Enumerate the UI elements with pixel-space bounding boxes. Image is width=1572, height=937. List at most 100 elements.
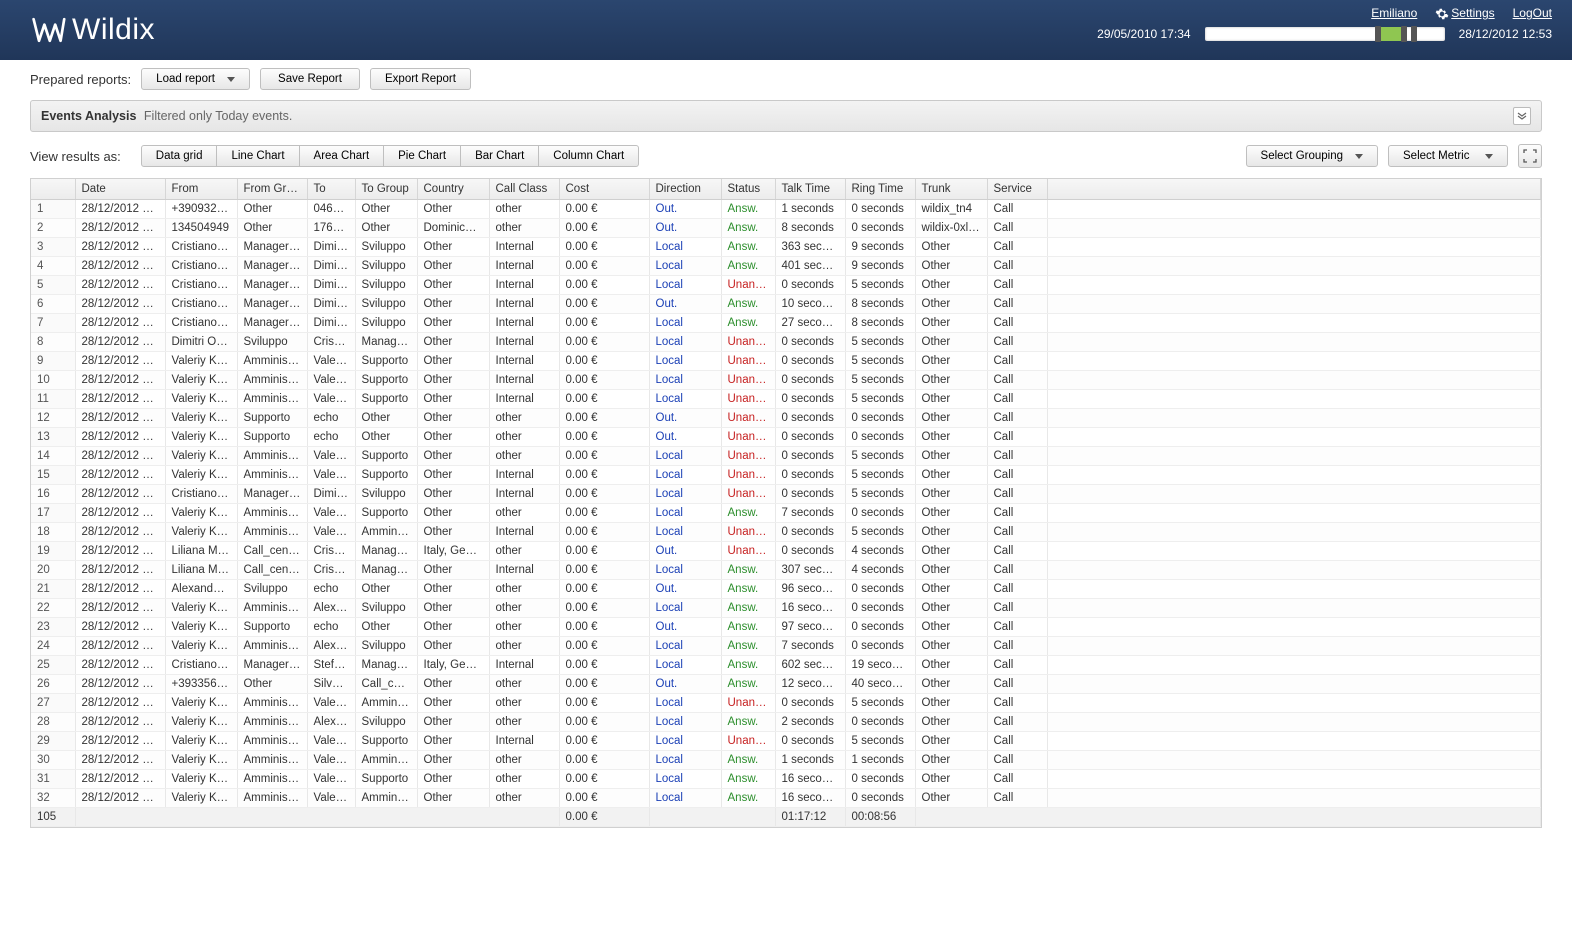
direction-cell: Local [649,599,721,618]
col-direction[interactable]: Direction [649,179,721,200]
direction-cell: Out. [649,675,721,694]
col-service[interactable]: Service [987,179,1047,200]
direction-cell: Local [649,333,721,352]
user-link[interactable]: Emiliano [1371,6,1417,20]
row-index: 17 [31,504,75,523]
table-row[interactable]: 1528/12/2012 09:40Valeriy Kuc…Amministr…… [31,466,1541,485]
table-row[interactable]: 1628/12/2012 09:42Cristiano B…Manager_…D… [31,485,1541,504]
col-index[interactable] [31,179,75,200]
row-index: 2 [31,219,75,238]
view-tab-area-chart[interactable]: Area Chart [299,145,385,167]
table-row[interactable]: 2428/12/2012 09:48Valeriy Kuc…Amministr…… [31,637,1541,656]
table-row[interactable]: 2228/12/2012 09:47Valeriy Kuc…Amministr…… [31,599,1541,618]
table-row[interactable]: 2728/12/2012 10:04Valeriy Kuc…Amministr…… [31,694,1541,713]
row-index: 32 [31,789,75,808]
col-from[interactable]: From [165,179,237,200]
select-metric-button[interactable]: Select Metric [1388,145,1508,167]
load-report-button[interactable]: Load report [141,68,250,90]
chevron-double-down-icon [1517,111,1527,121]
expand-filter-button[interactable] [1513,107,1531,125]
logo-icon [30,12,66,48]
table-row[interactable]: 928/12/2012 09:36Valeriy Kuc…Amministr…V… [31,352,1541,371]
table-row[interactable]: 1828/12/2012 09:44Valeriy Kuc…Amministr…… [31,523,1541,542]
footer-total-rows: 105 [31,808,75,827]
col-country[interactable]: Country [417,179,489,200]
col-call-class[interactable]: Call Class [489,179,559,200]
table-row[interactable]: 1928/12/2012 09:46Liliana Man…Call_cente… [31,542,1541,561]
table-row[interactable]: 1428/12/2012 09:39Valeriy Kuc…Amministr…… [31,447,1541,466]
results-table: DateFromFrom GroupToTo GroupCountryCall … [30,178,1542,828]
table-row[interactable]: 2028/12/2012 09:46Liliana Man…Call_cente… [31,561,1541,580]
col-cost[interactable]: Cost [559,179,649,200]
logout-link[interactable]: LogOut [1513,6,1552,20]
row-index: 25 [31,656,75,675]
footer-cost-total: 0.00 € [559,808,649,827]
row-index: 30 [31,751,75,770]
col-trunk[interactable]: Trunk [915,179,987,200]
fullscreen-button[interactable] [1518,144,1542,168]
col-to-group[interactable]: To Group [355,179,417,200]
table-row[interactable]: 128/12/2012 08:36+39093266…Other04611…Ot… [31,200,1541,219]
save-report-button[interactable]: Save Report [260,68,360,90]
table-row[interactable]: 2528/12/2012 10:00Cristiano B…Manager_…S… [31,656,1541,675]
table-row[interactable]: 228/12/2012 09:15134504949Other17674…Oth… [31,219,1541,238]
table-row[interactable]: 2328/12/2012 09:48Valeriy Kuc…Supportoec… [31,618,1541,637]
view-tab-pie-chart[interactable]: Pie Chart [383,145,461,167]
table-row[interactable]: 2128/12/2012 09:47Alexander …Sviluppoech… [31,580,1541,599]
direction-cell: Out. [649,542,721,561]
direction-cell: Local [649,466,721,485]
table-row[interactable]: 528/12/2012 09:31Cristiano B…Manager_…Di… [31,276,1541,295]
filter-panel[interactable]: Events Analysis Filtered only Today even… [30,100,1542,132]
direction-cell: Local [649,238,721,257]
col-status[interactable]: Status [721,179,775,200]
settings-link[interactable]: Settings [1435,6,1494,21]
export-report-button[interactable]: Export Report [370,68,471,90]
table-row[interactable]: 2928/12/2012 10:10Valeriy Kuc…Amministr…… [31,732,1541,751]
row-index: 23 [31,618,75,637]
table-body: 128/12/2012 08:36+39093266…Other04611…Ot… [31,200,1541,808]
status-cell: Answ. [721,219,775,238]
row-index: 28 [31,713,75,732]
table-row[interactable]: 728/12/2012 09:32Cristiano B…Manager_…Di… [31,314,1541,333]
view-tab-line-chart[interactable]: Line Chart [216,145,299,167]
col-ring-time[interactable]: Ring Time [845,179,915,200]
view-tab-data-grid[interactable]: Data grid [141,145,218,167]
direction-cell: Local [649,504,721,523]
select-grouping-button[interactable]: Select Grouping [1246,145,1378,167]
table-row[interactable]: 1328/12/2012 09:39Valeriy Kuc…Supportoec… [31,428,1541,447]
fullscreen-icon [1523,149,1537,163]
table-row[interactable]: 1028/12/2012 09:37Valeriy Kuc…Amministr…… [31,371,1541,390]
footer-talk-total: 01:17:12 [775,808,845,827]
status-cell: Answ. [721,675,775,694]
col-to[interactable]: To [307,179,355,200]
reports-toolbar: Prepared reports: Load report Save Repor… [0,60,1572,90]
table-row[interactable]: 2828/12/2012 10:06Valeriy Kuc…Amministr…… [31,713,1541,732]
table-row[interactable]: 1128/12/2012 09:38Valeriy Kuc…Amministr…… [31,390,1541,409]
direction-cell: Out. [649,428,721,447]
row-index: 31 [31,770,75,789]
table-row[interactable]: 1228/12/2012 09:39Valeriy Kuc…Supportoec… [31,409,1541,428]
table-row[interactable]: 328/12/2012 09:25Cristiano B…Manager_…Di… [31,238,1541,257]
table-row[interactable]: 828/12/2012 09:32Dimitri Osle…SviluppoCr… [31,333,1541,352]
table-row[interactable]: 428/12/2012 09:25Cristiano B…Manager_…Di… [31,257,1541,276]
row-index: 27 [31,694,75,713]
table-row[interactable]: 1728/12/2012 09:44Valeriy Kuc…Amministr…… [31,504,1541,523]
table-row[interactable]: 3028/12/2012 10:32Valeriy Kuc…Amministr…… [31,751,1541,770]
row-index: 10 [31,371,75,390]
col-date[interactable]: Date [75,179,165,200]
status-cell: Unansw. [721,390,775,409]
status-cell: Answ. [721,504,775,523]
table-row[interactable]: 2628/12/2012 10:03+39335633…OtherSilves…… [31,675,1541,694]
view-tab-column-chart[interactable]: Column Chart [538,145,639,167]
col-from-group[interactable]: From Group [237,179,307,200]
direction-cell: Local [649,352,721,371]
date-range-slider[interactable] [1205,27,1445,41]
col-talk-time[interactable]: Talk Time [775,179,845,200]
status-cell: Answ. [721,789,775,808]
view-tab-bar-chart[interactable]: Bar Chart [460,145,539,167]
table-row[interactable]: 628/12/2012 09:32Cristiano B…Manager_…Di… [31,295,1541,314]
table-row[interactable]: 3128/12/2012 10:34Valeriy Kuc…Amministr…… [31,770,1541,789]
date-to: 28/12/2012 12:53 [1459,27,1552,41]
table-row[interactable]: 3228/12/2012 10:35Valeriy Kuc…Amministr…… [31,789,1541,808]
direction-cell: Local [649,732,721,751]
